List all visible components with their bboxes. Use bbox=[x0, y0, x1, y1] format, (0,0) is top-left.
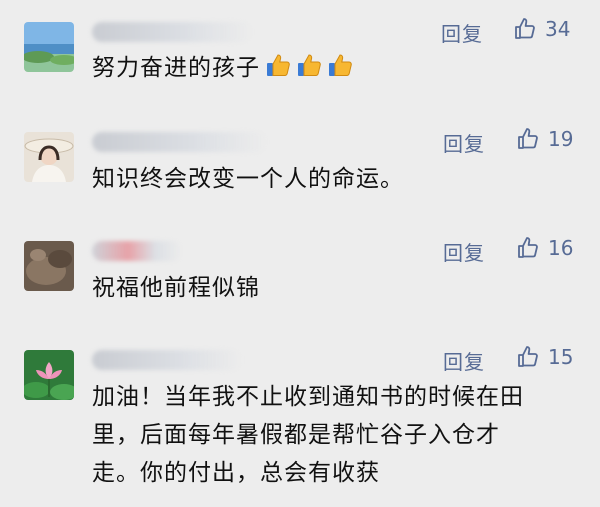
comment-text: 加油！当年我不止收到通知书的时候在田 里，后面每年暑假都是帮忙谷子入仓才 走。你… bbox=[92, 378, 524, 492]
thumbs-up-emoji-icon bbox=[267, 54, 290, 76]
like-count: 19 bbox=[548, 127, 574, 151]
comment-item: 回复 15 加油！当年我不止收到通知书的时候在田 里，后面每年暑假都是帮忙谷子入… bbox=[0, 345, 600, 500]
username-blurred bbox=[92, 132, 267, 152]
thumbs-up-emoji-icon bbox=[298, 54, 321, 76]
reply-button[interactable]: 回复 bbox=[441, 18, 483, 47]
username-blurred bbox=[92, 22, 252, 42]
avatar[interactable] bbox=[24, 350, 74, 400]
like-count: 34 bbox=[545, 17, 571, 41]
woman-hat-avatar-image bbox=[24, 132, 74, 182]
comment-text-line: 加油！当年我不止收到通知书的时候在田 bbox=[92, 384, 524, 410]
like-count: 16 bbox=[548, 236, 574, 260]
beach-avatar-image bbox=[24, 22, 74, 72]
lotus-avatar-image bbox=[24, 350, 74, 400]
comment-text: 祝福他前程似锦 bbox=[92, 275, 260, 301]
comment-text: 努力奋进的孩子 bbox=[92, 49, 354, 87]
thumbs-up-icon bbox=[518, 237, 538, 258]
like-button[interactable]: 19 bbox=[516, 127, 573, 151]
comment-text-line: 里，后面每年暑假都是帮忙谷子入仓才 bbox=[92, 422, 500, 448]
like-button[interactable]: 34 bbox=[513, 17, 570, 41]
comment-item: 回复 16 祝福他前程似锦 bbox=[0, 236, 600, 301]
emoji-group bbox=[264, 51, 354, 79]
like-button[interactable]: 16 bbox=[516, 236, 573, 260]
thumbs-up-icon bbox=[515, 18, 535, 39]
avatar[interactable] bbox=[24, 22, 74, 72]
rock-avatar-image bbox=[24, 241, 74, 291]
username-blurred bbox=[92, 241, 182, 261]
avatar[interactable] bbox=[24, 132, 74, 182]
like-button[interactable]: 15 bbox=[516, 345, 573, 369]
thumbs-up-emoji-icon bbox=[329, 54, 352, 76]
reply-button[interactable]: 回复 bbox=[443, 128, 485, 157]
comment-item: 回复 19 知识终会改变一个人的命运。 bbox=[0, 127, 600, 192]
thumbs-up-icon bbox=[518, 346, 538, 367]
comment-text-content: 努力奋进的孩子 bbox=[92, 55, 260, 81]
like-count: 15 bbox=[548, 345, 574, 369]
comment-item: 回复 34 努力奋进的孩子 bbox=[0, 17, 600, 82]
comment-text: 知识终会改变一个人的命运。 bbox=[92, 166, 404, 192]
reply-button[interactable]: 回复 bbox=[443, 237, 485, 266]
avatar[interactable] bbox=[24, 241, 74, 291]
comment-text-line: 走。你的付出，总会有收获 bbox=[92, 460, 380, 486]
reply-button[interactable]: 回复 bbox=[443, 346, 485, 375]
username-blurred bbox=[92, 350, 242, 370]
thumbs-up-icon bbox=[518, 128, 538, 149]
